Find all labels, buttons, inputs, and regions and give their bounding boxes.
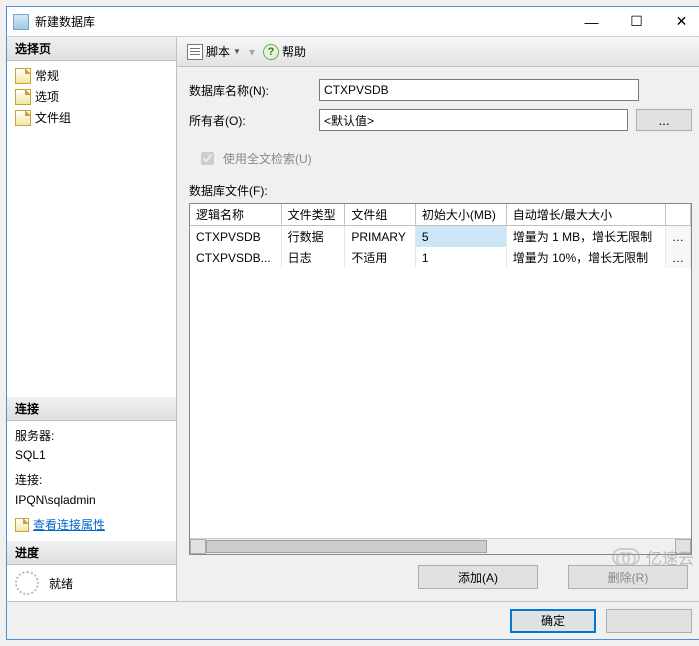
title-bar: 新建数据库 — ☐ ✕ [7,7,699,37]
owner-input[interactable] [319,109,628,131]
window-controls: — ☐ ✕ [569,7,699,36]
table-row[interactable]: CTXPVSDB 行数据 PRIMARY 5 增量为 1 MB，增长无限制 … [190,226,691,248]
owner-browse-button[interactable]: ... [636,109,692,131]
cell-group[interactable]: 不适用 [345,247,416,268]
scroll-thumb[interactable] [206,540,487,553]
nav-options[interactable]: 选项 [11,86,172,107]
col-logical-name[interactable]: 逻辑名称 [190,204,281,226]
fulltext-row: 使用全文检索(U) [197,149,692,168]
script-button[interactable]: 脚本 ▼ [183,41,245,62]
progress-status: 就绪 [49,575,73,592]
separator: ▾ [249,45,255,59]
script-icon [187,44,203,60]
page-icon [15,89,31,105]
dbname-label: 数据库名称(N): [189,82,319,99]
horizontal-scrollbar[interactable] [190,538,691,554]
dbname-input[interactable] [319,79,639,101]
cell-growth[interactable]: 增量为 1 MB，增长无限制 [506,226,665,248]
grid-actions: 添加(A) 删除(R) [189,555,692,589]
cell-name[interactable]: CTXPVSDB [190,226,281,248]
scroll-track[interactable] [206,539,675,554]
col-file-type[interactable]: 文件类型 [281,204,345,226]
progress-panel: 就绪 [7,565,176,601]
cell-growth-edit-button[interactable]: … [666,247,691,268]
toolbar: 脚本 ▼ ▾ 帮助 [177,37,699,67]
dialog-footer: 确定 [7,601,699,639]
connection-value: IPQN\sqladmin [15,491,168,510]
cell-size[interactable]: 5 [415,226,506,248]
close-button[interactable]: ✕ [659,7,699,36]
scroll-left-arrow[interactable] [190,539,206,554]
owner-label: 所有者(O): [189,112,319,129]
table-row[interactable]: CTXPVSDB... 日志 不适用 1 增量为 10%，增长无限制 … [190,247,691,268]
col-autogrowth[interactable]: 自动增长/最大大小 [506,204,665,226]
connection-label: 连接: [15,471,168,490]
fulltext-checkbox [201,152,214,165]
script-label: 脚本 [206,43,230,60]
help-icon [263,44,279,60]
nav-general[interactable]: 常规 [11,65,172,86]
content-area: 数据库名称(N): 所有者(O): ... 使用全文检索(U) 数据库文件(F)… [177,67,699,601]
window-title: 新建数据库 [35,13,569,30]
progress-header: 进度 [7,541,176,565]
ok-button[interactable]: 确定 [510,609,596,633]
connection-panel: 服务器: SQL1 连接: IPQN\sqladmin 查看连接属性 [7,421,176,541]
page-icon [15,68,31,84]
sidebar: 选择页 常规 选项 文件组 连接 服务器: SQL1 连接: IPQN\sqla… [7,37,177,601]
secondary-button[interactable] [606,609,692,633]
nav-label: 选项 [35,88,59,105]
page-nav: 常规 选项 文件组 [7,61,176,132]
files-grid-wrap: 逻辑名称 文件类型 文件组 初始大小(MB) 自动增长/最大大小 CTXPVSD… [189,203,692,555]
nav-filegroups[interactable]: 文件组 [11,107,172,128]
files-label: 数据库文件(F): [189,182,692,199]
select-page-header: 选择页 [7,37,176,61]
cell-growth[interactable]: 增量为 10%，增长无限制 [506,247,665,268]
files-grid[interactable]: 逻辑名称 文件类型 文件组 初始大小(MB) 自动增长/最大大小 CTXPVSD… [190,204,691,268]
remove-button: 删除(R) [568,565,688,589]
page-icon [15,110,31,126]
nav-label: 文件组 [35,109,71,126]
minimize-button[interactable]: — [569,7,614,36]
fulltext-label: 使用全文检索(U) [223,150,312,167]
connection-header: 连接 [7,397,176,421]
cell-name[interactable]: CTXPVSDB... [190,247,281,268]
chevron-down-icon: ▼ [233,47,241,56]
col-filegroup[interactable]: 文件组 [345,204,416,226]
nav-label: 常规 [35,67,59,84]
cell-group[interactable]: PRIMARY [345,226,416,248]
main-panel: 脚本 ▼ ▾ 帮助 数据库名称(N): 所有者(O): ... [177,37,699,601]
col-initial-size[interactable]: 初始大小(MB) [415,204,506,226]
properties-icon [15,518,29,532]
maximize-button[interactable]: ☐ [614,7,659,36]
server-value: SQL1 [15,446,168,465]
cell-type[interactable]: 行数据 [281,226,345,248]
server-label: 服务器: [15,427,168,446]
col-action [666,204,691,226]
scroll-right-arrow[interactable] [675,539,691,554]
view-connection-properties-link[interactable]: 查看连接属性 [33,516,105,535]
add-button[interactable]: 添加(A) [418,565,538,589]
cell-growth-edit-button[interactable]: … [666,226,691,248]
cell-type[interactable]: 日志 [281,247,345,268]
progress-spinner-icon [15,571,39,595]
help-label: 帮助 [282,43,306,60]
dialog-window: 新建数据库 — ☐ ✕ 选择页 常规 选项 文件组 连接 服务器: SQL1 连… [6,6,699,640]
cell-size[interactable]: 1 [415,247,506,268]
dialog-body: 选择页 常规 选项 文件组 连接 服务器: SQL1 连接: IPQN\sqla… [7,37,699,601]
app-icon [13,14,29,30]
help-button[interactable]: 帮助 [259,41,310,62]
